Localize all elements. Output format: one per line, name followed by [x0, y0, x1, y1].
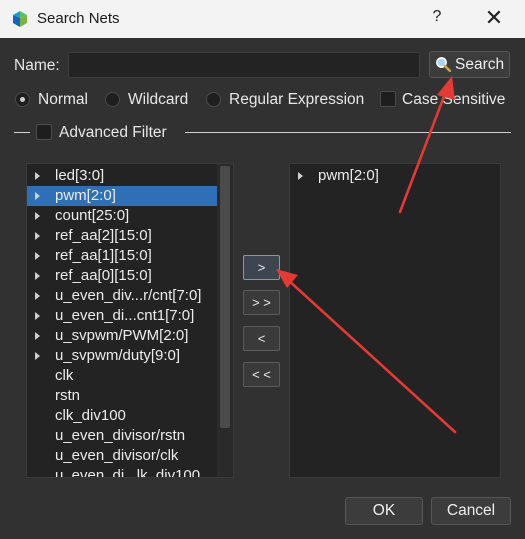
available-nets-list[interactable]: led[3:0] pwm[2:0] count[25:0] ref_aa[2][15:…	[26, 163, 234, 478]
search-nets-dialog: Search Nets ? ✕ Name: Search Normal Wild…	[0, 0, 525, 539]
search-button[interactable]: Search	[429, 51, 510, 78]
left-list-item[interactable]: u_even_divisor/rstn	[27, 426, 217, 446]
expand-arrow-icon[interactable]	[298, 172, 303, 180]
help-button[interactable]: ?	[427, 8, 447, 26]
close-button[interactable]: ✕	[482, 6, 506, 30]
title-bar: Search Nets ? ✕	[0, 0, 525, 38]
regular-expression-radio-label: Regular Expression	[229, 91, 365, 108]
expand-arrow-icon[interactable]	[35, 352, 40, 360]
name-input[interactable]	[68, 52, 420, 78]
expand-arrow-icon[interactable]	[35, 292, 40, 300]
advanced-filter-checkbox[interactable]	[36, 124, 52, 140]
expand-arrow-icon[interactable]	[35, 332, 40, 340]
left-list-item-label: led[3:0]	[55, 167, 105, 184]
right-list-item[interactable]: pwm[2:0]	[290, 166, 500, 186]
separator-right	[185, 132, 511, 133]
normal-radio[interactable]	[15, 92, 30, 107]
left-list-item[interactable]: u_even_di...lk_div100	[27, 466, 217, 478]
regular-expression-radio[interactable]	[206, 92, 221, 107]
app-logo-icon	[13, 11, 27, 27]
add-selected-button[interactable]: >	[243, 255, 280, 280]
window-title: Search Nets	[37, 10, 120, 27]
remove-selected-button[interactable]: <	[243, 326, 280, 351]
left-list-item[interactable]: count[25:0]	[27, 206, 217, 226]
expand-arrow-icon[interactable]	[35, 232, 40, 240]
search-button-label: Search	[455, 56, 505, 73]
left-list-item-label: u_even_di...cnt1[7:0]	[55, 307, 195, 324]
left-list-item-label: count[25:0]	[55, 207, 130, 224]
left-list-item[interactable]: u_svpwm/PWM[2:0]	[27, 326, 217, 346]
left-list-item-label: u_svpwm/PWM[2:0]	[55, 327, 189, 344]
case-sensitive-label: Case Sensitive	[402, 91, 506, 108]
expand-arrow-icon[interactable]	[35, 312, 40, 320]
ok-button[interactable]: OK	[345, 497, 423, 525]
left-list-item-label: u_even_div...r/cnt[7:0]	[55, 287, 202, 304]
left-list-item-label: clk	[55, 367, 74, 384]
wildcard-radio[interactable]	[105, 92, 120, 107]
left-list-item-label: ref_aa[1][15:0]	[55, 247, 152, 264]
expand-arrow-icon[interactable]	[35, 172, 40, 180]
left-list-item[interactable]: clk	[27, 366, 217, 386]
left-list-item-label: clk_div100	[55, 407, 126, 424]
expand-arrow-icon[interactable]	[35, 192, 40, 200]
expand-arrow-icon[interactable]	[35, 272, 40, 280]
left-list-scrollbar[interactable]	[217, 164, 233, 477]
left-list-item[interactable]: u_svpwm/duty[9:0]	[27, 346, 217, 366]
right-list-item-label: pwm[2:0]	[318, 167, 379, 184]
left-list-item[interactable]: led[3:0]	[27, 166, 217, 186]
wildcard-radio-label: Wildcard	[128, 91, 189, 108]
left-list-item-label: ref_aa[2][15:0]	[55, 227, 152, 244]
left-list-scroll-thumb[interactable]	[220, 166, 230, 428]
normal-radio-label: Normal	[38, 91, 88, 108]
left-list-item[interactable]: u_even_di...cnt1[7:0]	[27, 306, 217, 326]
left-list-item-label: u_even_divisor/rstn	[55, 427, 186, 444]
left-list-item-label: ref_aa[0][15:0]	[55, 267, 152, 284]
search-icon	[436, 57, 451, 72]
expand-arrow-icon[interactable]	[35, 212, 40, 220]
left-list-item-label: u_svpwm/duty[9:0]	[55, 347, 181, 364]
left-list-item-label: u_even_di...lk_div100	[55, 467, 201, 478]
left-list-item-label: pwm[2:0]	[55, 187, 116, 204]
separator-left	[14, 132, 30, 133]
left-list-item[interactable]: rstn	[27, 386, 217, 406]
left-list-item[interactable]: u_even_div...r/cnt[7:0]	[27, 286, 217, 306]
left-list-item[interactable]: ref_aa[0][15:0]	[27, 266, 217, 286]
left-list-item[interactable]: u_even_divisor/clk	[27, 446, 217, 466]
add-all-button[interactable]: > >	[243, 290, 280, 315]
selected-nets-list[interactable]: pwm[2:0]	[289, 163, 501, 478]
name-label: Name:	[14, 57, 60, 74]
left-list-item-label: u_even_divisor/clk	[55, 447, 179, 464]
case-sensitive-checkbox[interactable]	[380, 91, 396, 107]
left-list-item[interactable]: ref_aa[2][15:0]	[27, 226, 217, 246]
cancel-button[interactable]: Cancel	[431, 497, 511, 525]
left-list-item[interactable]: clk_div100	[27, 406, 217, 426]
left-list-item-label: rstn	[55, 387, 81, 404]
left-list-item[interactable]: ref_aa[1][15:0]	[27, 246, 217, 266]
expand-arrow-icon[interactable]	[35, 252, 40, 260]
left-list-item[interactable]: pwm[2:0]	[27, 186, 217, 206]
advanced-filter-label: Advanced Filter	[59, 124, 167, 141]
remove-all-button[interactable]: < <	[243, 362, 280, 387]
